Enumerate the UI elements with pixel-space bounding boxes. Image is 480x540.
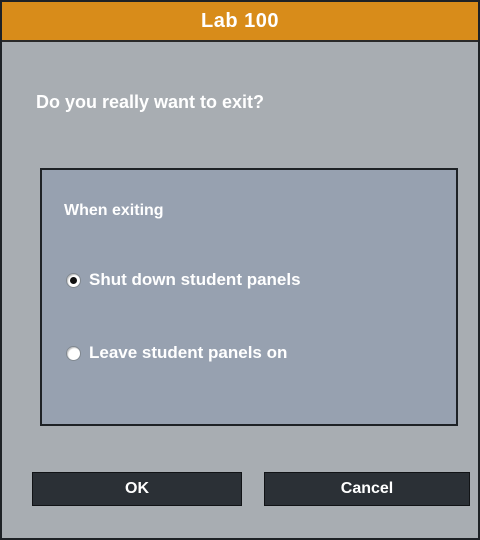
group-label: When exiting — [64, 202, 164, 219]
when-exiting-group: When exiting Shut down student panels Le… — [40, 168, 458, 426]
radio-leave-panels-on[interactable]: Leave student panels on — [66, 343, 287, 363]
radio-shut-down-panels[interactable]: Shut down student panels — [66, 270, 301, 290]
radio-label-shut-down: Shut down student panels — [89, 270, 301, 289]
radio-selected-icon[interactable] — [66, 272, 81, 288]
exit-dialog: Lab 100 Do you really want to exit? When… — [0, 0, 480, 540]
ok-button[interactable]: OK — [32, 472, 242, 506]
radio-dot-icon — [70, 276, 77, 284]
exit-question: Do you really want to exit? — [36, 92, 265, 112]
cancel-button[interactable]: Cancel — [264, 472, 470, 506]
title-bar[interactable]: Lab 100 — [2, 2, 478, 42]
window-title: Lab 100 — [201, 9, 279, 32]
radio-unselected-icon[interactable] — [66, 345, 81, 361]
radio-label-leave-on: Leave student panels on — [89, 343, 288, 362]
